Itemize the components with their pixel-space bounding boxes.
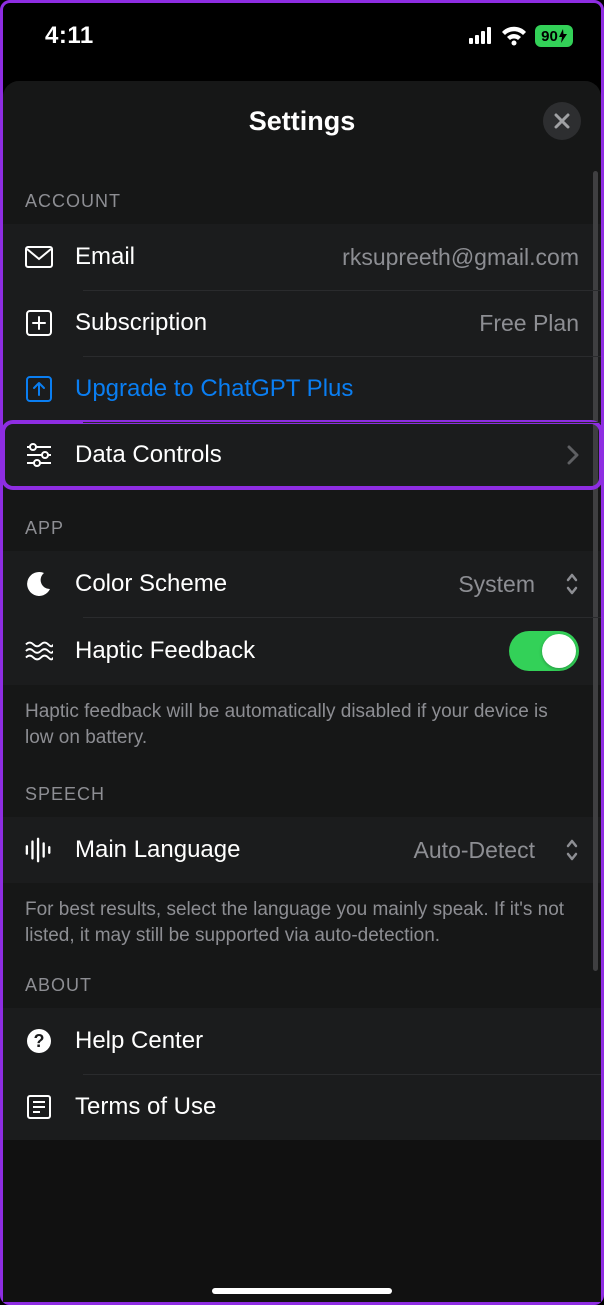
waves-icon	[25, 640, 53, 662]
subscription-value: Free Plan	[479, 310, 579, 337]
updown-icon	[565, 573, 579, 595]
status-time: 4:11	[45, 22, 94, 50]
toggle-knob	[542, 634, 576, 668]
home-indicator[interactable]	[212, 1288, 392, 1294]
row-data-controls[interactable]: Data Controls	[3, 422, 601, 488]
sliders-icon	[25, 443, 53, 467]
main-language-value: Auto-Detect	[414, 837, 535, 864]
page-title: Settings	[249, 106, 356, 137]
email-value: rksupreeth@gmail.com	[342, 244, 579, 271]
charging-icon	[559, 29, 567, 43]
upgrade-label: Upgrade to ChatGPT Plus	[75, 375, 353, 403]
battery-level: 90	[541, 28, 558, 45]
cellular-icon	[469, 27, 493, 45]
data-controls-label: Data Controls	[75, 441, 222, 469]
plus-box-icon	[25, 310, 53, 336]
close-button[interactable]	[543, 102, 581, 140]
haptic-note: Haptic feedback will be automatically di…	[3, 685, 601, 754]
updown-icon-2	[565, 839, 579, 861]
speech-note: For best results, select the language yo…	[3, 883, 601, 952]
audio-bars-icon	[25, 837, 53, 863]
row-haptic[interactable]: Haptic Feedback	[3, 617, 601, 685]
row-main-language[interactable]: Main Language Auto-Detect	[3, 817, 601, 883]
help-center-label: Help Center	[75, 1027, 203, 1055]
svg-text:?: ?	[34, 1031, 45, 1051]
row-upgrade[interactable]: Upgrade to ChatGPT Plus	[3, 356, 601, 422]
row-color-scheme[interactable]: Color Scheme System	[3, 551, 601, 617]
header: Settings	[3, 81, 601, 161]
section-label-account: ACCOUNT	[3, 161, 601, 224]
mail-icon	[25, 246, 53, 268]
haptic-label: Haptic Feedback	[75, 637, 255, 665]
battery-indicator: 90	[535, 25, 573, 47]
group-app: Color Scheme System Haptic Feedback	[3, 551, 601, 685]
row-terms[interactable]: Terms of Use	[3, 1074, 601, 1140]
upload-box-icon	[25, 376, 53, 402]
wifi-icon	[501, 26, 527, 46]
row-email[interactable]: Email rksupreeth@gmail.com	[3, 224, 601, 290]
close-icon	[554, 113, 570, 129]
group-about: ? Help Center Terms of Use	[3, 1008, 601, 1140]
subscription-label: Subscription	[75, 309, 207, 337]
screen-frame: 4:11 90	[0, 0, 604, 1305]
terms-label: Terms of Use	[75, 1093, 216, 1121]
section-label-about: ABOUT	[3, 953, 601, 1008]
haptic-toggle[interactable]	[509, 631, 579, 671]
row-help-center[interactable]: ? Help Center	[3, 1008, 601, 1074]
group-account: Email rksupreeth@gmail.com Subscription …	[3, 224, 601, 488]
status-bar: 4:11 90	[3, 3, 601, 63]
chevron-right-icon	[567, 445, 579, 465]
email-label: Email	[75, 243, 135, 271]
help-icon: ?	[25, 1028, 53, 1054]
moon-icon	[25, 571, 53, 597]
section-label-speech: SPEECH	[3, 754, 601, 817]
document-icon	[25, 1094, 53, 1120]
status-right: 90	[469, 25, 573, 47]
settings-screen: Settings ACCOUNT Email rksupreeth@gmail.…	[3, 81, 601, 1302]
row-subscription[interactable]: Subscription Free Plan	[3, 290, 601, 356]
section-label-app: APP	[3, 488, 601, 551]
main-language-label: Main Language	[75, 836, 240, 864]
color-scheme-value: System	[458, 571, 535, 598]
color-scheme-label: Color Scheme	[75, 570, 227, 598]
group-speech: Main Language Auto-Detect	[3, 817, 601, 883]
